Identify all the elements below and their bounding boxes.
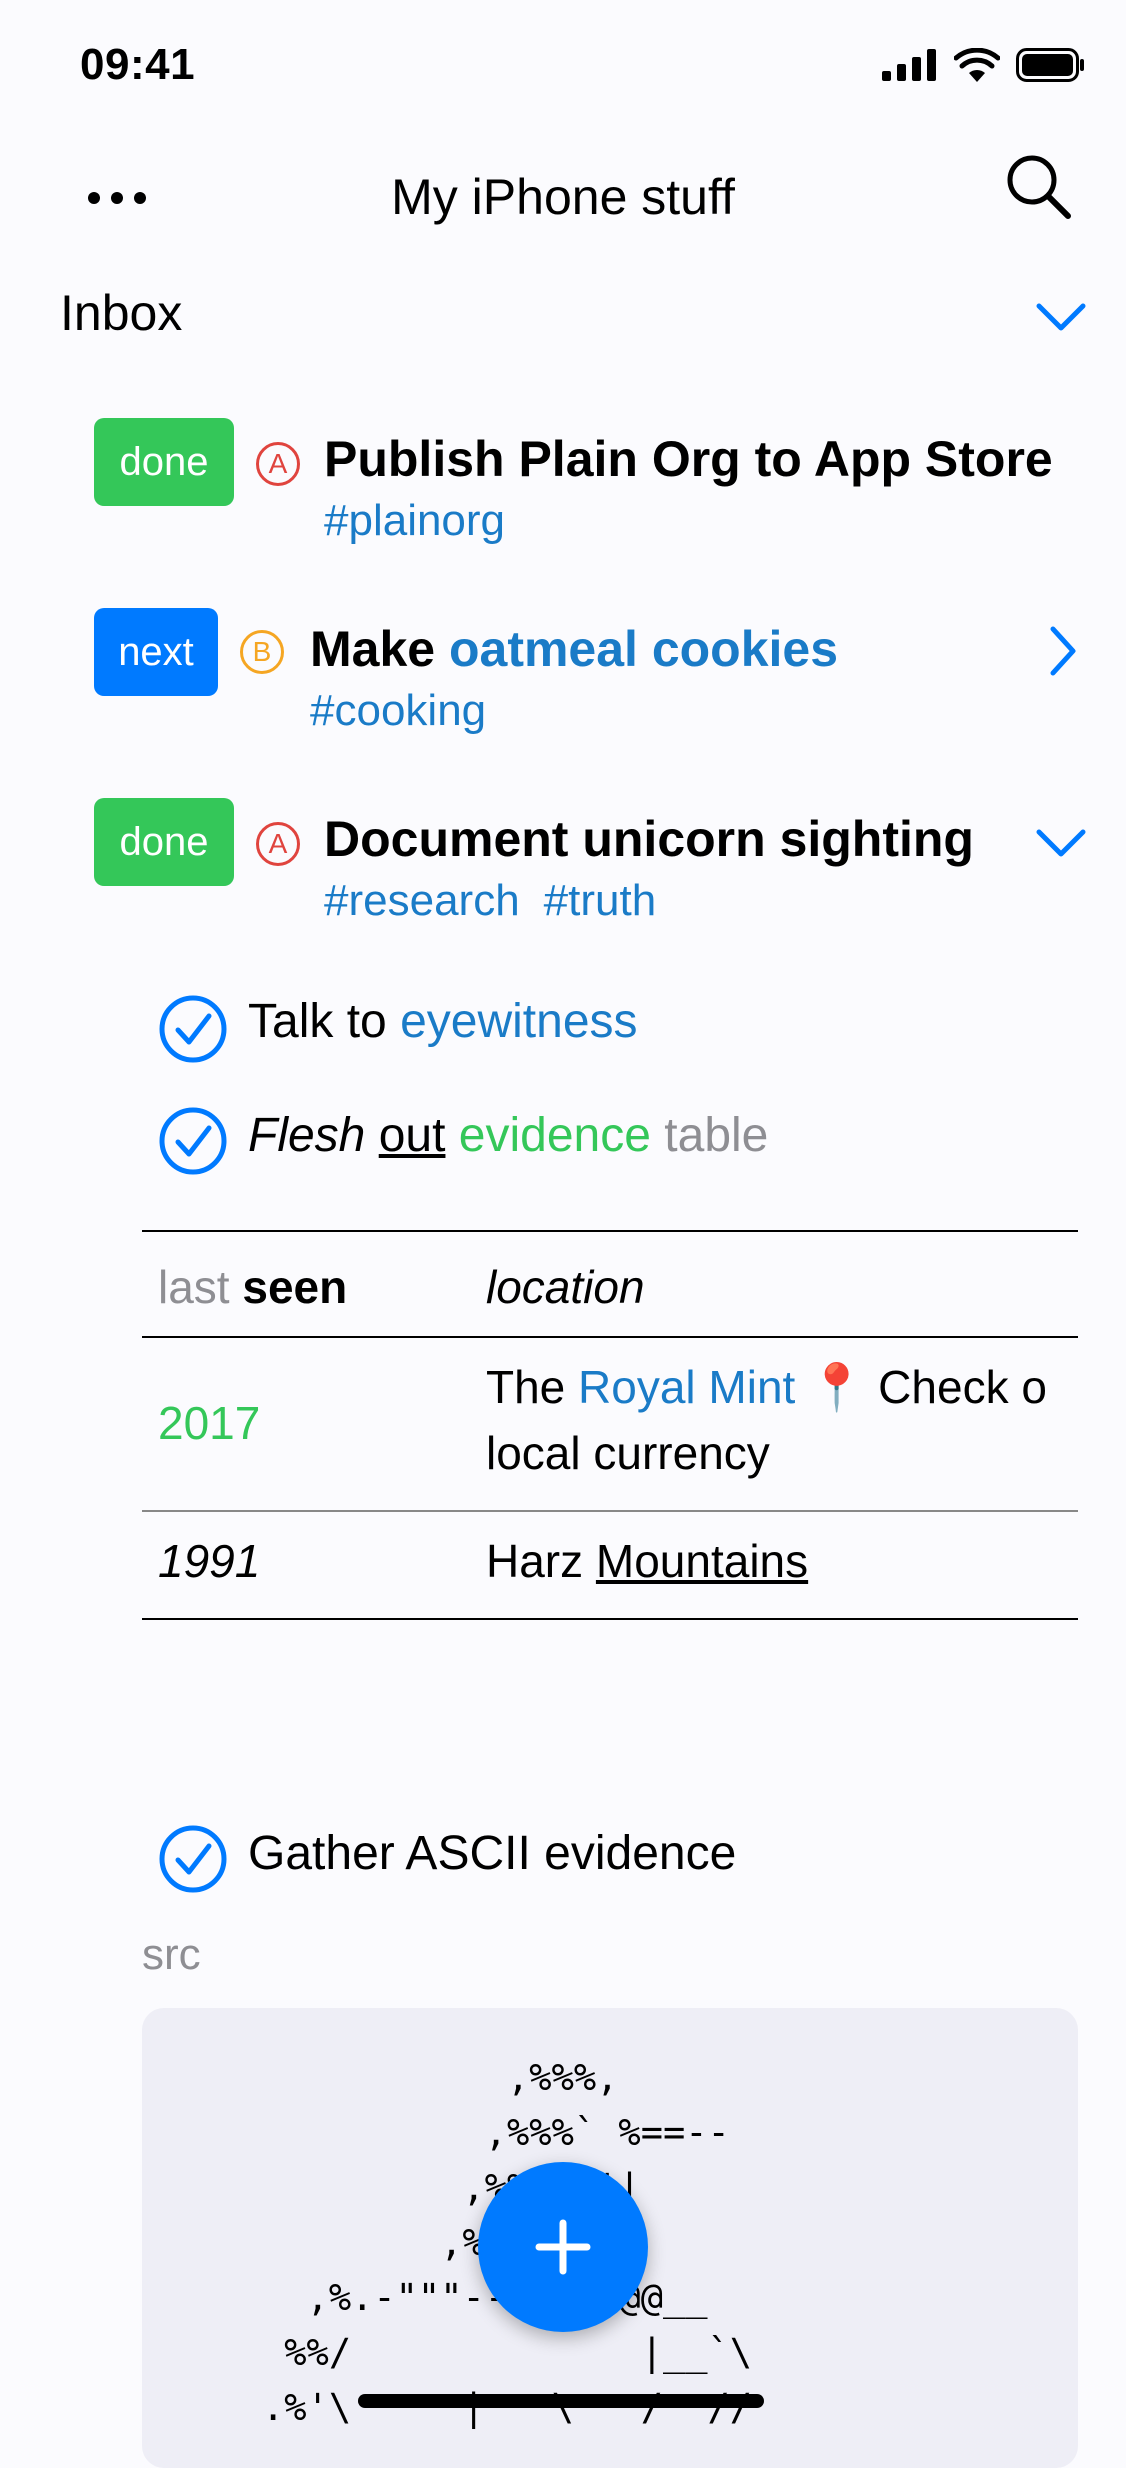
cellular-signal-icon [882, 49, 936, 81]
cell-link[interactable]: Royal Mint [578, 1361, 795, 1413]
checklist-item: Talk to eyewitness [248, 994, 638, 1049]
underlined-text: out [378, 1109, 446, 1162]
state-badge-done[interactable]: done [94, 418, 234, 506]
tag[interactable]: #cooking [310, 686, 486, 735]
status-time: 09:41 [80, 40, 196, 89]
search-icon[interactable] [1002, 150, 1074, 222]
tag[interactable]: #truth [544, 876, 657, 925]
priority-badge: B [240, 630, 284, 674]
chevron-down-icon[interactable] [1034, 298, 1088, 334]
cell-underlined-text: Mountains [595, 1535, 809, 1587]
header-bold-text: seen [242, 1261, 348, 1313]
nav-title: My iPhone stuff [391, 169, 735, 225]
checklist-item: Gather ASCII evidence [248, 1827, 737, 1880]
cell-text: Check o [865, 1361, 1047, 1413]
table-cell: The Royal Mint 📍 Check o [486, 1360, 1047, 1415]
source-block-label: src [142, 1930, 201, 1979]
priority-badge: A [256, 442, 300, 486]
italic-text: Flesh [248, 1109, 366, 1162]
gray-text: table [664, 1109, 769, 1162]
table-cell: Harz Mountains [486, 1534, 808, 1588]
section-title-inbox: Inbox [60, 285, 183, 341]
priority-badge: A [256, 822, 300, 866]
checklist-item: Flesh out evidence table [248, 1108, 768, 1163]
heading-title: Document unicorn sighting [324, 811, 974, 867]
chevron-down-icon[interactable] [1034, 824, 1088, 860]
add-button[interactable] [478, 2162, 648, 2332]
heading-tags: #plainorg [324, 496, 505, 546]
heading-tags: #research #truth [324, 876, 656, 926]
checkmark-circle-icon[interactable] [158, 994, 228, 1064]
checklist-text: Talk to [248, 995, 401, 1048]
heading-title: Make oatmeal cookies [310, 620, 838, 678]
heading-tags: #cooking [310, 686, 486, 736]
cell-text: The [486, 1361, 579, 1413]
table-cell-line2: local currency [486, 1427, 770, 1479]
table-cell: 2017 [158, 1397, 261, 1449]
green-text: evidence [458, 1109, 651, 1162]
wifi-icon [954, 48, 1000, 82]
heading-title: Publish Plain Org to App Store [324, 431, 1053, 487]
status-icons [882, 48, 1086, 82]
header-gray-text: last [158, 1261, 230, 1313]
checkmark-circle-icon[interactable] [158, 1824, 228, 1894]
checklist-link[interactable]: eyewitness [400, 995, 637, 1048]
chevron-right-icon[interactable] [1048, 624, 1078, 678]
cell-text: Harz [486, 1535, 596, 1587]
table-header-cell: last seen [158, 1260, 347, 1314]
plus-icon [535, 2219, 591, 2275]
table-bottom-rule [142, 1618, 1078, 1620]
table-row-rule [142, 1510, 1078, 1512]
battery-icon [1016, 48, 1084, 82]
home-indicator[interactable] [358, 2394, 764, 2408]
tag[interactable]: #research [324, 876, 520, 925]
pin-icon: 📍 [808, 1361, 866, 1413]
state-badge-done[interactable]: done [94, 798, 234, 886]
table-header-cell: location [486, 1261, 645, 1313]
tag[interactable]: #plainorg [324, 496, 505, 545]
table-cell: 1991 [158, 1535, 261, 1587]
table-header-rule [142, 1336, 1078, 1338]
heading-title-link[interactable]: oatmeal cookies [449, 621, 838, 677]
checkmark-circle-icon[interactable] [158, 1106, 228, 1176]
table-top-rule [142, 1230, 1078, 1232]
state-badge-next[interactable]: next [94, 608, 218, 696]
heading-title-text: Make [310, 621, 449, 677]
